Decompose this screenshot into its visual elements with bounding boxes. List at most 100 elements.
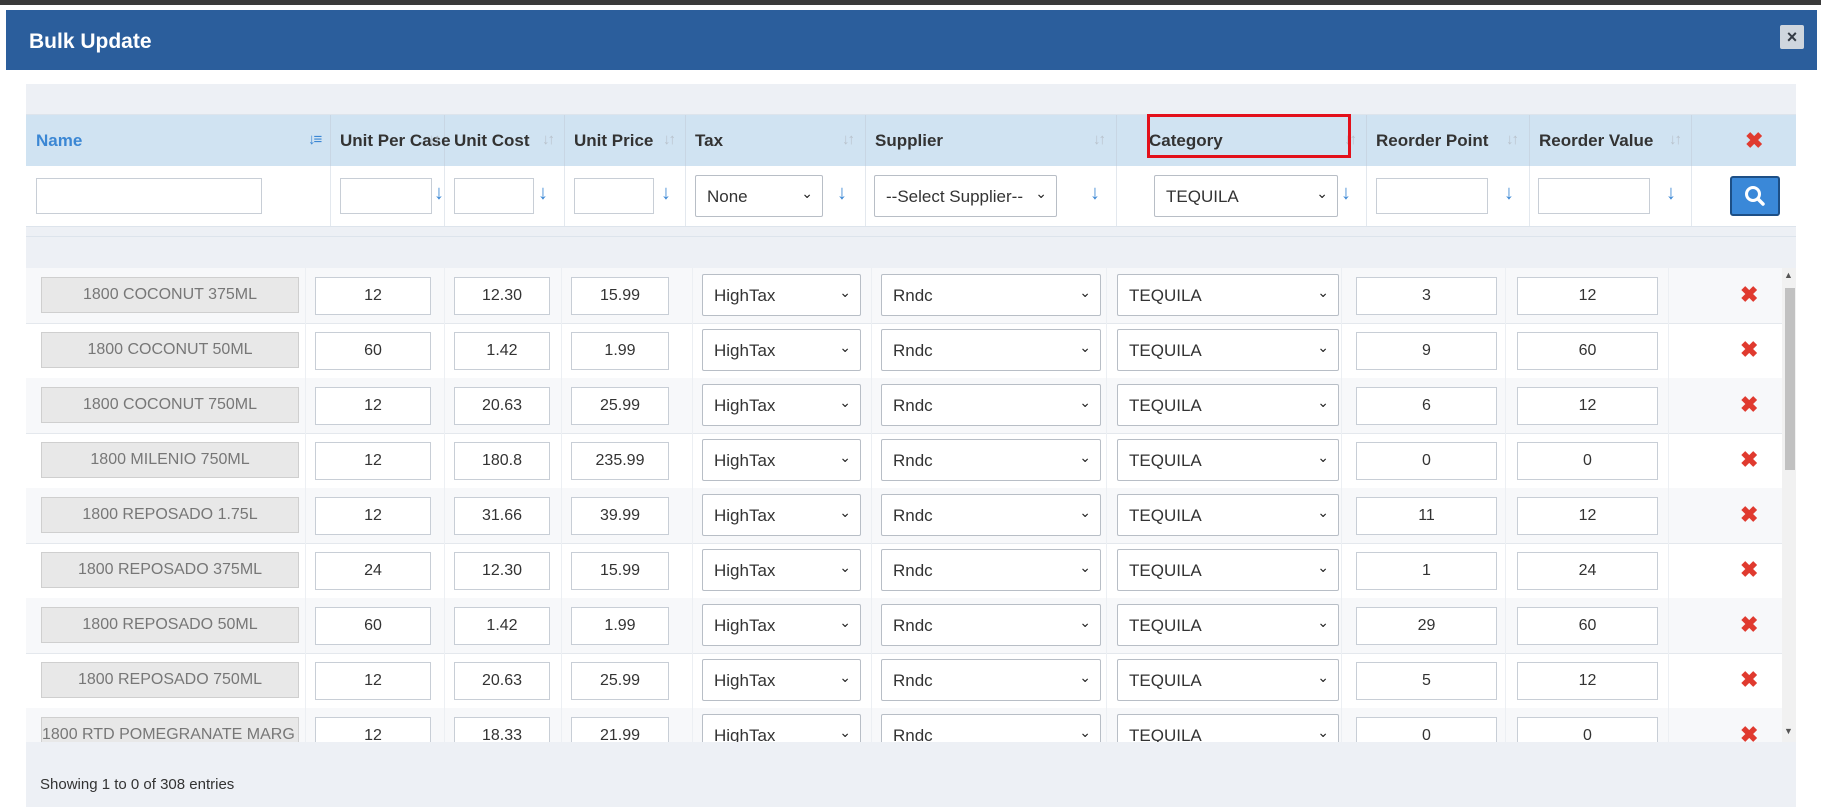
unit-price-input[interactable]: 39.99 <box>571 497 669 535</box>
delete-row-icon[interactable]: ✖ <box>1740 612 1758 638</box>
name-filter-input[interactable] <box>36 178 262 214</box>
unit-price-input[interactable]: 21.99 <box>571 717 669 742</box>
close-icon[interactable]: × <box>1780 25 1804 49</box>
sort-icon[interactable]: ↓↑ <box>663 131 676 148</box>
unit-price-input[interactable]: 15.99 <box>571 552 669 590</box>
reorder-point-input[interactable]: 29 <box>1356 607 1497 645</box>
reorder-value-input[interactable]: 12 <box>1517 497 1658 535</box>
tax-select[interactable]: HighTax ⌄ <box>702 274 861 316</box>
col-header-reorder-value[interactable]: Reorder Value ↓↑ <box>1529 115 1692 167</box>
unit-price-filter-input[interactable] <box>574 178 654 214</box>
unit-per-case-input[interactable]: 60 <box>315 607 431 645</box>
supplier-select[interactable]: Rndc ⌄ <box>881 329 1101 371</box>
category-select[interactable]: TEQUILA ⌄ <box>1117 439 1339 481</box>
sort-icon[interactable]: ↓↑ <box>1093 131 1106 148</box>
tax-select[interactable]: HighTax ⌄ <box>702 439 861 481</box>
category-select[interactable]: TEQUILA ⌄ <box>1117 604 1339 646</box>
supplier-select[interactable]: Rndc ⌄ <box>881 274 1101 316</box>
unit-cost-input[interactable]: 1.42 <box>454 607 550 645</box>
sort-icon[interactable]: ↓↑ <box>1506 131 1519 148</box>
unit-cost-input[interactable]: 20.63 <box>454 662 550 700</box>
category-select[interactable]: TEQUILA ⌄ <box>1117 549 1339 591</box>
reorder-point-input[interactable]: 11 <box>1356 497 1497 535</box>
delete-row-icon[interactable]: ✖ <box>1740 502 1758 528</box>
unit-price-input[interactable]: 1.99 <box>571 607 669 645</box>
tax-select[interactable]: HighTax ⌄ <box>702 329 861 371</box>
tax-select[interactable]: HighTax ⌄ <box>702 494 861 536</box>
delete-row-icon[interactable]: ✖ <box>1740 447 1758 473</box>
supplier-select[interactable]: Rndc ⌄ <box>881 604 1101 646</box>
unit-price-input[interactable]: 235.99 <box>571 442 669 480</box>
tax-select[interactable]: HighTax ⌄ <box>702 549 861 591</box>
reorder-point-input[interactable]: 0 <box>1356 717 1497 742</box>
apply-down-arrow-icon[interactable]: ↓ <box>1666 182 1676 205</box>
search-button[interactable] <box>1730 176 1780 216</box>
reorder-point-input[interactable]: 1 <box>1356 552 1497 590</box>
unit-cost-input[interactable]: 1.42 <box>454 332 550 370</box>
category-select[interactable]: TEQUILA ⌄ <box>1117 274 1339 316</box>
reorder-value-input[interactable]: 12 <box>1517 662 1658 700</box>
unit-price-input[interactable]: 15.99 <box>571 277 669 315</box>
tax-filter-select[interactable]: None ⌄ <box>695 175 823 217</box>
sort-icon[interactable]: ↓↑ <box>842 131 855 148</box>
unit-cost-input[interactable]: 12.30 <box>454 552 550 590</box>
scroll-thumb[interactable] <box>1785 288 1795 470</box>
category-select[interactable]: TEQUILA ⌄ <box>1117 494 1339 536</box>
col-header-supplier[interactable]: Supplier ↓↑ <box>865 115 1117 167</box>
delete-row-icon[interactable]: ✖ <box>1740 337 1758 363</box>
clear-filters-icon[interactable]: ✖ <box>1745 128 1763 154</box>
col-header-name[interactable]: Name ↓≡ <box>26 115 331 167</box>
unit-cost-input[interactable]: 31.66 <box>454 497 550 535</box>
apply-down-arrow-icon[interactable]: ↓ <box>1341 182 1351 205</box>
unit-cost-input[interactable]: 180.8 <box>454 442 550 480</box>
reorder-value-input[interactable]: 0 <box>1517 717 1658 742</box>
apply-down-arrow-icon[interactable]: ↓ <box>1090 182 1100 205</box>
col-header-unit-per-case[interactable]: Unit Per Case ↓↑ <box>330 115 451 167</box>
tax-select[interactable]: HighTax ⌄ <box>702 714 861 742</box>
reorder-value-input[interactable]: 0 <box>1517 442 1658 480</box>
unit-price-input[interactable]: 25.99 <box>571 662 669 700</box>
unit-per-case-input[interactable]: 12 <box>315 387 431 425</box>
unit-cost-filter-input[interactable] <box>454 178 534 214</box>
unit-per-case-filter-input[interactable] <box>340 178 432 214</box>
category-filter-select[interactable]: TEQUILA ⌄ <box>1154 175 1338 217</box>
sort-asc-icon[interactable]: ↓≡ <box>308 131 322 148</box>
unit-cost-input[interactable]: 12.30 <box>454 277 550 315</box>
unit-per-case-input[interactable]: 24 <box>315 552 431 590</box>
reorder-point-filter-input[interactable] <box>1376 178 1488 214</box>
supplier-select[interactable]: Rndc ⌄ <box>881 384 1101 426</box>
reorder-value-input[interactable]: 12 <box>1517 277 1658 315</box>
delete-row-icon[interactable]: ✖ <box>1740 392 1758 418</box>
reorder-value-input[interactable]: 24 <box>1517 552 1658 590</box>
tax-select[interactable]: HighTax ⌄ <box>702 384 861 426</box>
unit-per-case-input[interactable]: 12 <box>315 442 431 480</box>
category-select[interactable]: TEQUILA ⌄ <box>1117 384 1339 426</box>
col-header-unit-price[interactable]: Unit Price ↓↑ <box>564 115 686 167</box>
reorder-point-input[interactable]: 9 <box>1356 332 1497 370</box>
apply-down-arrow-icon[interactable]: ↓ <box>661 182 671 205</box>
unit-per-case-input[interactable]: 12 <box>315 497 431 535</box>
reorder-point-input[interactable]: 6 <box>1356 387 1497 425</box>
col-header-tax[interactable]: Tax ↓↑ <box>685 115 866 167</box>
scroll-down-arrow-icon[interactable]: ▼ <box>1784 726 1793 736</box>
category-select[interactable]: TEQUILA ⌄ <box>1117 329 1339 371</box>
unit-price-input[interactable]: 1.99 <box>571 332 669 370</box>
reorder-value-filter-input[interactable] <box>1538 178 1650 214</box>
col-header-reorder-point[interactable]: Reorder Point ↓↑ <box>1366 115 1530 167</box>
supplier-select[interactable]: Rndc ⌄ <box>881 659 1101 701</box>
supplier-select[interactable]: Rndc ⌄ <box>881 714 1101 742</box>
tax-select[interactable]: HighTax ⌄ <box>702 604 861 646</box>
category-select[interactable]: TEQUILA ⌄ <box>1117 714 1339 742</box>
category-select[interactable]: TEQUILA ⌄ <box>1117 659 1339 701</box>
sort-icon[interactable]: ↓↑ <box>542 131 555 148</box>
reorder-point-input[interactable]: 5 <box>1356 662 1497 700</box>
delete-row-icon[interactable]: ✖ <box>1740 722 1758 742</box>
apply-down-arrow-icon[interactable]: ↓ <box>1504 182 1514 205</box>
apply-down-arrow-icon[interactable]: ↓ <box>837 182 847 205</box>
delete-row-icon[interactable]: ✖ <box>1740 557 1758 583</box>
sort-icon[interactable]: ↓↑ <box>1669 131 1682 148</box>
unit-per-case-input[interactable]: 12 <box>315 277 431 315</box>
reorder-point-input[interactable]: 3 <box>1356 277 1497 315</box>
scroll-up-arrow-icon[interactable]: ▲ <box>1784 270 1793 280</box>
delete-row-icon[interactable]: ✖ <box>1740 667 1758 693</box>
